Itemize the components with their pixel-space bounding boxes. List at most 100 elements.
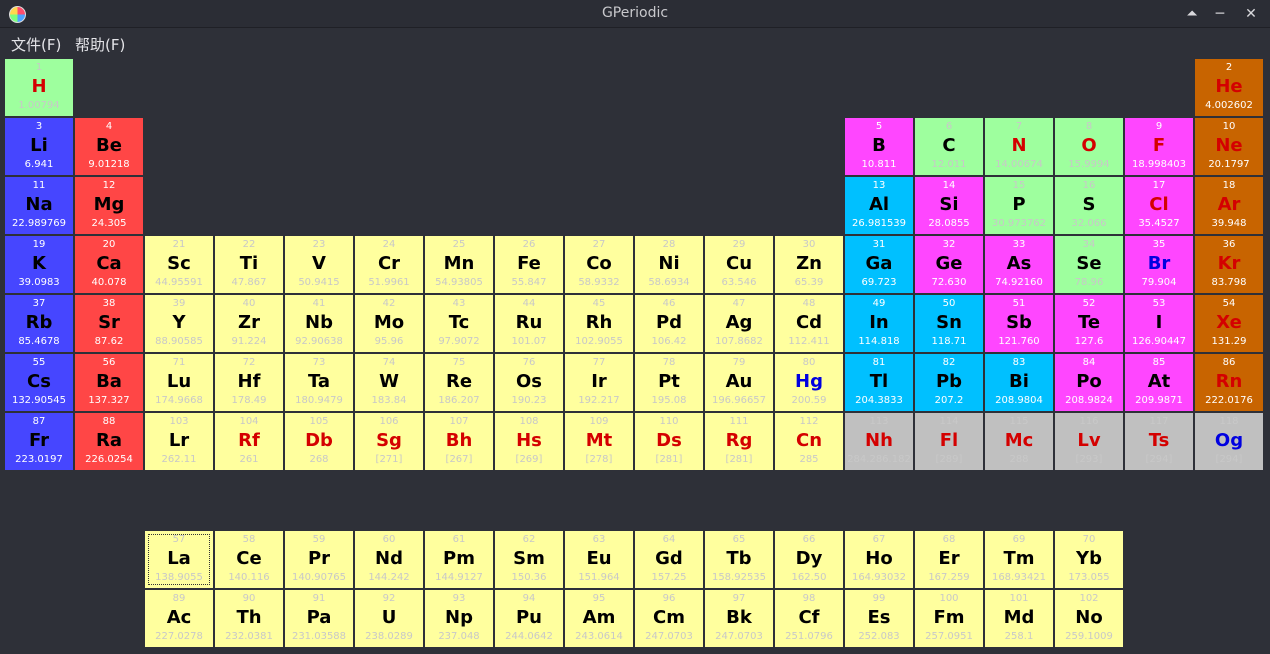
element-pt[interactable]: 78 Pt 195.08	[635, 354, 703, 411]
element-ni[interactable]: 28 Ni 58.6934	[635, 236, 703, 293]
element-no[interactable]: 102 No 259.1009	[1055, 590, 1123, 647]
element-fr[interactable]: 87 Fr 223.0197	[5, 413, 73, 470]
element-zn[interactable]: 30 Zn 65.39	[775, 236, 843, 293]
element-mt[interactable]: 109 Mt [278]	[565, 413, 633, 470]
element-pr[interactable]: 59 Pr 140.90765	[285, 531, 353, 588]
element-ag[interactable]: 47 Ag 107.8682	[705, 295, 773, 352]
element-sr[interactable]: 38 Sr 87.62	[75, 295, 143, 352]
element-cu[interactable]: 29 Cu 63.546	[705, 236, 773, 293]
element-eu[interactable]: 63 Eu 151.964	[565, 531, 633, 588]
element-br[interactable]: 35 Br 79.904	[1125, 236, 1193, 293]
element-am[interactable]: 95 Am 243.0614	[565, 590, 633, 647]
element-cn[interactable]: 112 Cn 285	[775, 413, 843, 470]
element-mo[interactable]: 42 Mo 95.96	[355, 295, 423, 352]
element-hs[interactable]: 108 Hs [269]	[495, 413, 563, 470]
element-ta[interactable]: 73 Ta 180.9479	[285, 354, 353, 411]
element-li[interactable]: 3 Li 6.941	[5, 118, 73, 175]
element-ir[interactable]: 77 Ir 192.217	[565, 354, 633, 411]
element-sc[interactable]: 21 Sc 44.95591	[145, 236, 213, 293]
element-rf[interactable]: 104 Rf 261	[215, 413, 283, 470]
element-sg[interactable]: 106 Sg [271]	[355, 413, 423, 470]
element-v[interactable]: 23 V 50.9415	[285, 236, 353, 293]
element-ne[interactable]: 10 Ne 20.1797	[1195, 118, 1263, 175]
element-ds[interactable]: 110 Ds [281]	[635, 413, 703, 470]
element-nh[interactable]: 113 Nh 284.286.182	[845, 413, 913, 470]
element-p[interactable]: 15 P 30.973762	[985, 177, 1053, 234]
element-cr[interactable]: 24 Cr 51.9961	[355, 236, 423, 293]
element-pd[interactable]: 46 Pd 106.42	[635, 295, 703, 352]
element-ru[interactable]: 44 Ru 101.07	[495, 295, 563, 352]
element-s[interactable]: 16 S 32.066	[1055, 177, 1123, 234]
element-tm[interactable]: 69 Tm 168.93421	[985, 531, 1053, 588]
element-sn[interactable]: 50 Sn 118.71	[915, 295, 983, 352]
element-co[interactable]: 27 Co 58.9332	[565, 236, 633, 293]
element-pm[interactable]: 61 Pm 144.9127	[425, 531, 493, 588]
element-si[interactable]: 14 Si 28.0855	[915, 177, 983, 234]
element-og[interactable]: 118 Og [294]	[1195, 413, 1263, 470]
element-o[interactable]: 8 O 15.9994	[1055, 118, 1123, 175]
element-b[interactable]: 5 B 10.811	[845, 118, 913, 175]
element-sm[interactable]: 62 Sm 150.36	[495, 531, 563, 588]
element-xe[interactable]: 54 Xe 131.29	[1195, 295, 1263, 352]
element-rg[interactable]: 111 Rg [281]	[705, 413, 773, 470]
element-ca[interactable]: 20 Ca 40.078	[75, 236, 143, 293]
element-u[interactable]: 92 U 238.0289	[355, 590, 423, 647]
element-bi[interactable]: 83 Bi 208.9804	[985, 354, 1053, 411]
element-hf[interactable]: 72 Hf 178.49	[215, 354, 283, 411]
element-tc[interactable]: 43 Tc 97.9072	[425, 295, 493, 352]
element-lr[interactable]: 103 Lr 262.11	[145, 413, 213, 470]
element-lu[interactable]: 71 Lu 174.9668	[145, 354, 213, 411]
element-rb[interactable]: 37 Rb 85.4678	[5, 295, 73, 352]
element-nd[interactable]: 60 Nd 144.242	[355, 531, 423, 588]
element-f[interactable]: 9 F 18.998403	[1125, 118, 1193, 175]
element-ra[interactable]: 88 Ra 226.0254	[75, 413, 143, 470]
element-cl[interactable]: 17 Cl 35.4527	[1125, 177, 1193, 234]
element-pb[interactable]: 82 Pb 207.2	[915, 354, 983, 411]
element-ce[interactable]: 58 Ce 140.116	[215, 531, 283, 588]
element-n[interactable]: 7 N 14.00674	[985, 118, 1053, 175]
element-sb[interactable]: 51 Sb 121.760	[985, 295, 1053, 352]
element-cf[interactable]: 98 Cf 251.0796	[775, 590, 843, 647]
element-cd[interactable]: 48 Cd 112.411	[775, 295, 843, 352]
element-rn[interactable]: 86 Rn 222.0176	[1195, 354, 1263, 411]
element-md[interactable]: 101 Md 258.1	[985, 590, 1053, 647]
element-fl[interactable]: 114 Fl [289]	[915, 413, 983, 470]
element-i[interactable]: 53 I 126.90447	[1125, 295, 1193, 352]
element-cs[interactable]: 55 Cs 132.90545	[5, 354, 73, 411]
element-gd[interactable]: 64 Gd 157.25	[635, 531, 703, 588]
element-cm[interactable]: 96 Cm 247.0703	[635, 590, 703, 647]
element-yb[interactable]: 70 Yb 173.055	[1055, 531, 1123, 588]
element-ti[interactable]: 22 Ti 47.867	[215, 236, 283, 293]
element-be[interactable]: 4 Be 9.01218	[75, 118, 143, 175]
element-mg[interactable]: 12 Mg 24.305	[75, 177, 143, 234]
element-er[interactable]: 68 Er 167.259	[915, 531, 983, 588]
element-w[interactable]: 74 W 183.84	[355, 354, 423, 411]
element-na[interactable]: 11 Na 22.989769	[5, 177, 73, 234]
element-nb[interactable]: 41 Nb 92.90638	[285, 295, 353, 352]
element-au[interactable]: 79 Au 196.96657	[705, 354, 773, 411]
element-at[interactable]: 85 At 209.9871	[1125, 354, 1193, 411]
element-ac[interactable]: 89 Ac 227.0278	[145, 590, 213, 647]
element-y[interactable]: 39 Y 88.90585	[145, 295, 213, 352]
element-kr[interactable]: 36 Kr 83.798	[1195, 236, 1263, 293]
element-fm[interactable]: 100 Fm 257.0951	[915, 590, 983, 647]
element-ge[interactable]: 32 Ge 72.630	[915, 236, 983, 293]
element-tl[interactable]: 81 Tl 204.3833	[845, 354, 913, 411]
element-es[interactable]: 99 Es 252.083	[845, 590, 913, 647]
element-np[interactable]: 93 Np 237.048	[425, 590, 493, 647]
element-db[interactable]: 105 Db 268	[285, 413, 353, 470]
element-re[interactable]: 75 Re 186.207	[425, 354, 493, 411]
element-as[interactable]: 33 As 74.92160	[985, 236, 1053, 293]
element-in[interactable]: 49 In 114.818	[845, 295, 913, 352]
element-ba[interactable]: 56 Ba 137.327	[75, 354, 143, 411]
element-te[interactable]: 52 Te 127.6	[1055, 295, 1123, 352]
element-bk[interactable]: 97 Bk 247.0703	[705, 590, 773, 647]
element-la[interactable]: 57 La 138.9055	[145, 531, 213, 588]
element-he[interactable]: 2 He 4.002602	[1195, 59, 1263, 116]
element-dy[interactable]: 66 Dy 162.50	[775, 531, 843, 588]
element-pa[interactable]: 91 Pa 231.03588	[285, 590, 353, 647]
element-ga[interactable]: 31 Ga 69.723	[845, 236, 913, 293]
element-po[interactable]: 84 Po 208.9824	[1055, 354, 1123, 411]
element-hg[interactable]: 80 Hg 200.59	[775, 354, 843, 411]
element-h[interactable]: 1 H 1.00794	[5, 59, 73, 116]
